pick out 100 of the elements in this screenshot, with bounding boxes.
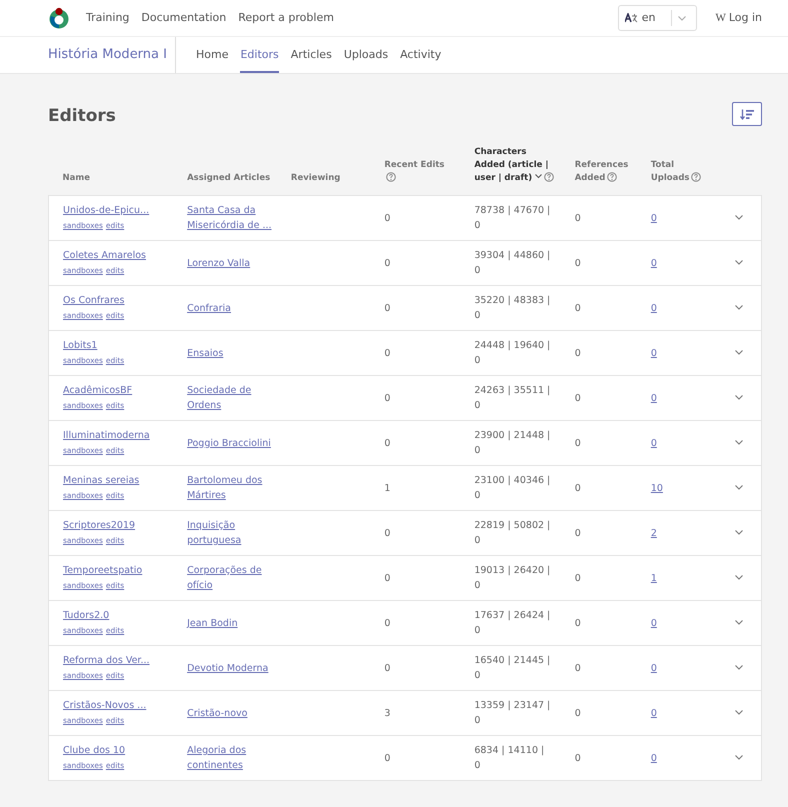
nav-link[interactable]: Documentation — [141, 10, 226, 26]
column-header[interactable]: Assigned Articles — [187, 172, 270, 185]
expand-chevron-icon[interactable] — [734, 485, 743, 490]
expand-chevron-icon[interactable] — [734, 395, 743, 400]
article-link[interactable]: Santa Casa da Misericórdia de ... — [187, 203, 273, 233]
column-header[interactable]: Recent Edits — [384, 159, 456, 185]
student-name-link[interactable]: Clube dos 10 — [63, 743, 170, 758]
uploads-link[interactable]: 0 — [650, 348, 657, 358]
column-header[interactable]: Reviewing — [290, 172, 340, 185]
student-name-link[interactable]: AcadêmicosBF — [63, 383, 170, 398]
uploads-link[interactable]: 0 — [650, 212, 657, 224]
uploads-link[interactable]: 1 — [650, 572, 657, 584]
student-name-link[interactable]: Os Confrares — [63, 293, 170, 308]
language-select[interactable]: en — [618, 5, 698, 31]
uploads-link[interactable]: 0 — [650, 708, 657, 718]
login-link[interactable]: W Log in — [715, 10, 762, 26]
student-name-link[interactable]: Tudors2.0 — [63, 608, 170, 623]
sort-icon — [740, 108, 754, 120]
uploads-link[interactable]: 0 — [650, 392, 657, 404]
course-tab[interactable]: Articles — [290, 37, 332, 73]
article-link[interactable]: Devotio Moderna — [187, 660, 268, 676]
article-link[interactable]: Poggio Bracciolini — [187, 436, 271, 450]
course-tab[interactable]: Activity — [400, 37, 442, 73]
expand-chevron-icon[interactable] — [734, 755, 743, 760]
article-link[interactable]: Inquisição portuguesa — [187, 518, 273, 548]
help-icon[interactable] — [607, 172, 618, 182]
article-link[interactable]: Bartolomeu dos Mártires — [187, 473, 273, 503]
column-header[interactable]: Characters Added (article | user | draft) — [474, 146, 557, 185]
column-header[interactable]: Name — [62, 172, 90, 185]
article-link[interactable]: Confraria — [187, 300, 231, 316]
column-header[interactable]: Total Uploads — [650, 159, 709, 185]
characters-value: 24448 | 19640 | 0 — [474, 339, 551, 368]
nav-link[interactable]: Report a problem — [238, 10, 334, 26]
language-value: en — [642, 10, 656, 26]
references-value: 0 — [574, 662, 581, 674]
article-link[interactable]: Lorenzo Valla — [187, 256, 250, 270]
recent-edits-value: 0 — [384, 302, 390, 314]
student-name-link[interactable]: Lobits1 — [63, 338, 170, 353]
characters-value: 13359 | 23147 | 0 — [474, 699, 551, 728]
page-heading: Editors — [48, 105, 116, 126]
expand-chevron-icon[interactable] — [734, 350, 743, 356]
article-link[interactable]: Jean Bodin — [187, 616, 238, 630]
references-value: 0 — [574, 528, 581, 538]
expand-chevron-icon[interactable] — [734, 305, 743, 310]
expand-chevron-icon[interactable] — [734, 575, 743, 580]
recent-edits-value: 0 — [384, 392, 390, 404]
student-name-link[interactable]: Coletes Amarelos — [63, 248, 170, 263]
uploads-link[interactable]: 2 — [650, 528, 657, 538]
recent-edits-value: 0 — [384, 212, 390, 224]
help-icon[interactable] — [386, 172, 396, 182]
course-tab[interactable]: Home — [196, 37, 228, 73]
expand-chevron-icon[interactable] — [734, 440, 743, 446]
recent-edits-value: 0 — [384, 438, 390, 448]
student-name-link[interactable]: Scriptores2019 — [63, 518, 170, 533]
article-link[interactable]: Ensaios — [187, 346, 224, 360]
article-link[interactable]: Alegoria dos continentes — [187, 743, 273, 773]
article-link[interactable]: Cristão-novo — [187, 706, 248, 720]
course-tab[interactable]: Editors — [240, 37, 279, 73]
expand-chevron-icon[interactable] — [734, 665, 743, 670]
article-link[interactable]: Corporações de ofício — [187, 563, 273, 593]
expand-chevron-icon[interactable] — [734, 710, 743, 716]
student-name-link[interactable]: Temporeetspatio — [63, 563, 170, 578]
translate-icon — [624, 13, 638, 23]
uploads-link[interactable]: 0 — [650, 438, 657, 448]
sort-caret-icon[interactable] — [535, 174, 542, 179]
uploads-link[interactable]: 0 — [650, 618, 657, 628]
column-header[interactable]: References Added — [574, 159, 633, 185]
uploads-link[interactable]: 10 — [650, 482, 663, 494]
recent-edits-value: 3 — [384, 708, 390, 718]
student-name-link[interactable]: Reforma dos Ver... — [63, 653, 170, 668]
references-value: 0 — [574, 752, 581, 764]
uploads-link[interactable]: 0 — [650, 752, 657, 764]
student-name-link[interactable]: Unidos-de-Epicu... — [63, 203, 170, 218]
help-icon[interactable] — [544, 172, 554, 182]
article-link[interactable]: Sociedade de Ordens — [187, 383, 273, 413]
characters-value: 23100 | 40346 | 0 — [474, 474, 551, 503]
nav-link[interactable]: Training — [86, 10, 130, 26]
caret-icon — [678, 16, 686, 20]
student-name-link[interactable]: Illuminatimoderna — [63, 428, 170, 443]
characters-value: 17637 | 26424 | 0 — [474, 609, 551, 638]
uploads-link[interactable]: 0 — [650, 662, 657, 674]
help-icon[interactable] — [691, 172, 702, 182]
student-name-link[interactable]: Cristãos-Novos ... — [63, 698, 170, 713]
references-value: 0 — [574, 392, 581, 404]
logo-icon[interactable] — [48, 7, 70, 29]
student-name-link[interactable]: Meninas sereias — [63, 473, 170, 488]
recent-edits-value: 0 — [384, 572, 390, 584]
expand-chevron-icon[interactable] — [734, 530, 743, 536]
uploads-link[interactable]: 0 — [650, 302, 657, 314]
characters-value: 6834 | 14110 | 0 — [474, 744, 546, 773]
references-value: 0 — [574, 482, 581, 494]
references-value: 0 — [574, 302, 581, 314]
expand-chevron-icon[interactable] — [734, 620, 743, 626]
sort-button[interactable] — [732, 102, 762, 126]
references-value: 0 — [574, 572, 581, 584]
expand-chevron-icon[interactable] — [734, 260, 743, 266]
expand-chevron-icon[interactable] — [734, 215, 743, 220]
course-tab[interactable]: Uploads — [344, 37, 388, 73]
uploads-link[interactable]: 0 — [650, 258, 657, 268]
characters-value: 19013 | 26420 | 0 — [474, 564, 551, 593]
